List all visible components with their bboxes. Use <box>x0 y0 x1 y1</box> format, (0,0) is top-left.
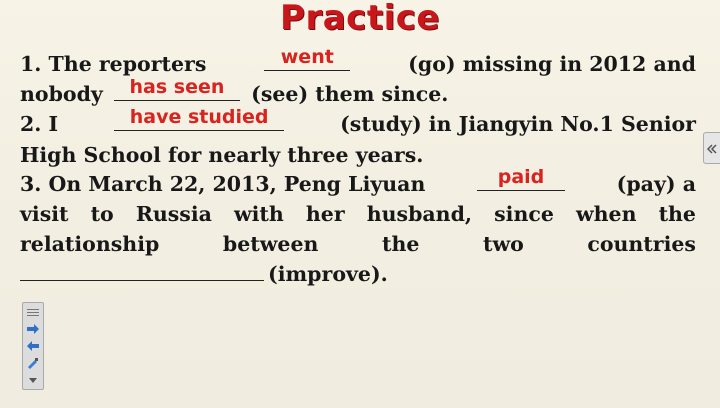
q3-word: Russia <box>135 202 212 226</box>
arrow-right-icon[interactable] <box>25 323 41 335</box>
slide: Practice 1. The reporters went (go) miss… <box>0 0 720 408</box>
q3-word: since <box>494 202 554 226</box>
q1-text-c: nobody <box>20 82 103 106</box>
q1-answer-1: went <box>280 46 334 68</box>
side-panel-tab[interactable] <box>703 132 720 164</box>
q3-text-a: 3. On March 22, 2013, Peng Liyuan <box>20 172 426 196</box>
q2-text-b: (study) in Jiangyin No.1 Senior <box>340 112 696 136</box>
question-1-line-2: nobody has seen (see) them since. <box>20 77 449 106</box>
slide-title: Practice <box>280 0 440 38</box>
arrow-left-icon[interactable] <box>25 340 41 352</box>
q1-answer-2: has seen <box>129 76 225 98</box>
q2-blank: have studied <box>114 107 285 131</box>
q1-text-a: 1. The reporters <box>20 52 207 76</box>
pen-icon[interactable] <box>25 357 41 370</box>
q3-word: her <box>305 202 345 226</box>
q2-answer: have studied <box>129 106 269 128</box>
q3-blank-2 <box>20 262 264 281</box>
question-2-line-2: High School for nearly three years. <box>20 143 423 167</box>
slideshow-toolbar <box>22 302 44 390</box>
double-chevron-left-icon <box>706 139 717 158</box>
q3-answer: paid <box>497 166 545 188</box>
grip-icon[interactable] <box>25 306 41 318</box>
q3-word: countries <box>587 232 696 256</box>
q2-text-c: High School for nearly three years. <box>20 143 424 167</box>
q1-blank-2: has seen <box>113 77 240 101</box>
q3-word: between <box>222 232 319 256</box>
q3-word: the <box>658 202 696 226</box>
question-2-line-1: 2. I have studied (study) in Jiangyin No… <box>20 107 696 136</box>
q1-text-b: (go) missing in 2012 and <box>408 52 696 76</box>
q3-word: two <box>482 232 524 256</box>
q3-word: husband, <box>366 202 473 226</box>
q3-word: visit <box>20 202 69 226</box>
menu-down-icon[interactable] <box>25 374 41 386</box>
q3-text-d: (improve). <box>268 262 388 286</box>
question-3-line-1: 3. On March 22, 2013, Peng Liyuan paid (… <box>20 167 696 196</box>
q3-word: with <box>234 202 284 226</box>
question-3-line-4: (improve). <box>20 262 388 286</box>
q3-word: to <box>90 202 114 226</box>
q3-text-b: (pay) a <box>616 172 696 196</box>
question-1-line-1: 1. The reporters went (go) missing in 20… <box>20 47 696 76</box>
q3-blank: paid <box>477 167 565 191</box>
question-3-line-2: visit to Russia with her husband, since … <box>20 202 696 226</box>
q3-word: the <box>381 232 420 256</box>
q1-blank-1: went <box>264 47 351 71</box>
q1-text-d: (see) them since. <box>251 82 449 106</box>
q3-word: when <box>575 202 637 226</box>
question-3-line-3: relationship between the two countries <box>20 232 696 256</box>
q2-text-a: 2. I <box>20 112 59 136</box>
q3-word: relationship <box>20 232 160 256</box>
